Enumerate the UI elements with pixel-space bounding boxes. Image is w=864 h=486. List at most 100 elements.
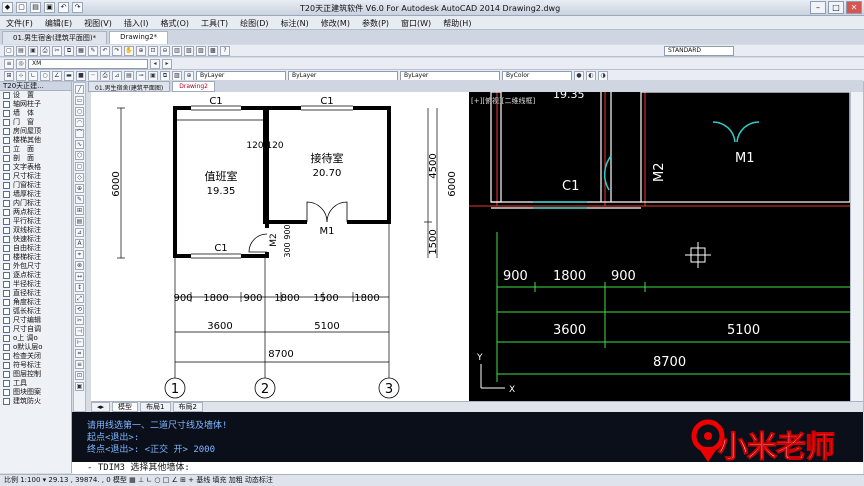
undo-icon[interactable]: ↶ xyxy=(100,45,110,56)
open-file-icon[interactable]: ▤ xyxy=(30,2,41,13)
menu-help[interactable]: 帮助(H) xyxy=(437,16,477,29)
tool-icon[interactable]: ⌖ xyxy=(75,250,84,259)
tab-layout1[interactable]: 布局1 xyxy=(140,402,171,412)
new-icon[interactable]: ▢ xyxy=(4,45,14,56)
tool-icon[interactable]: ≡ xyxy=(75,360,84,369)
menu-modify[interactable]: 修改(M) xyxy=(315,16,356,29)
side-menu-item[interactable]: 房间屋顶 xyxy=(0,127,71,136)
layer-state-icon[interactable]: ◎ xyxy=(16,58,26,69)
render-icon[interactable]: ◑ xyxy=(598,70,608,81)
match-icon[interactable]: ✎ xyxy=(88,45,98,56)
menu-draw[interactable]: 绘图(D) xyxy=(234,16,274,29)
tool-icon[interactable]: ⤢ xyxy=(75,294,84,303)
redo-icon[interactable]: ↷ xyxy=(112,45,122,56)
layer-manager-icon[interactable]: ≡ xyxy=(4,58,14,69)
tool-icon[interactable]: ⊕ xyxy=(75,184,84,193)
side-menu-item[interactable]: 平行标注 xyxy=(0,217,71,226)
side-menu-item[interactable]: 自由标注 xyxy=(0,244,71,253)
menu-edit[interactable]: 编辑(E) xyxy=(39,16,78,29)
bylayer-select-1[interactable]: ByLayer xyxy=(196,70,286,81)
xref-icon[interactable]: ⧉ xyxy=(160,70,170,81)
side-menu-item[interactable]: 直径标注 xyxy=(0,289,71,298)
tool-icon[interactable]: A xyxy=(75,239,84,248)
side-menu-item[interactable]: 楼梯其他 xyxy=(0,136,71,145)
material-icon[interactable]: ◐ xyxy=(586,70,596,81)
side-menu-item[interactable]: 文字表格 xyxy=(0,163,71,172)
tool-icon[interactable]: ✎ xyxy=(75,195,84,204)
help-icon[interactable]: ? xyxy=(220,45,230,56)
side-menu-item[interactable]: 内门标注 xyxy=(0,199,71,208)
lineweight-select[interactable]: ByLayer xyxy=(400,70,500,81)
tool-icon[interactable]: ▤ xyxy=(75,217,84,226)
paste-icon[interactable]: ▦ xyxy=(76,45,86,56)
zoom-icon[interactable]: ⊕ xyxy=(136,45,146,56)
side-menu-item[interactable]: 两点标注 xyxy=(0,208,71,217)
side-menu-item[interactable]: 尺寸编辑 xyxy=(0,316,71,325)
close-button[interactable]: ✕ xyxy=(846,1,862,14)
grid-icon[interactable]: ⊞ xyxy=(4,70,14,81)
side-menu-item[interactable]: 角度标注 xyxy=(0,298,71,307)
tool-icon[interactable]: ⊣ xyxy=(75,327,84,336)
side-menu-item[interactable]: 轴网柱子 xyxy=(0,100,71,109)
app-menu-icon[interactable]: ◆ xyxy=(2,2,13,13)
side-menu-item[interactable]: 外包尺寸 xyxy=(0,262,71,271)
save-icon[interactable]: ▣ xyxy=(28,45,38,56)
ucs-icon[interactable]: ⊿ xyxy=(112,70,122,81)
menu-file[interactable]: 文件(F) xyxy=(0,16,39,29)
doc-tab-drawing2[interactable]: Drawing2* xyxy=(109,31,169,44)
menu-view[interactable]: 视图(V) xyxy=(78,16,118,29)
side-menu-item[interactable]: o默认层o xyxy=(0,343,71,352)
menu-insert[interactable]: 插入(I) xyxy=(118,16,155,29)
properties-icon[interactable]: ▥ xyxy=(172,45,182,56)
tab-layout2[interactable]: 布局2 xyxy=(172,402,203,412)
block-icon[interactable]: ▣ xyxy=(148,70,158,81)
palettes-icon[interactable]: ▨ xyxy=(196,45,206,56)
tool-icon[interactable]: ⟲ xyxy=(75,305,84,314)
side-menu-item[interactable]: 楼梯标注 xyxy=(0,253,71,262)
text-style-select[interactable]: STANDARD xyxy=(664,45,734,56)
plot-icon[interactable]: ⎙ xyxy=(100,70,110,81)
side-menu-item[interactable]: 图层控制 xyxy=(0,370,71,379)
zoom-previous-icon[interactable]: ⊖ xyxy=(160,45,170,56)
linetype-icon[interactable]: ┄ xyxy=(88,70,98,81)
menu-dimension[interactable]: 标注(N) xyxy=(275,16,315,29)
otrack-icon[interactable]: ∠ xyxy=(52,70,62,81)
redo-icon[interactable]: ↷ xyxy=(72,2,83,13)
open-icon[interactable]: ▤ xyxy=(16,45,26,56)
measure-icon[interactable]: ⊸ xyxy=(136,70,146,81)
tool-icon[interactable]: ⊞ xyxy=(75,206,84,215)
side-menu-item[interactable]: 剖 面 xyxy=(0,154,71,163)
color-icon[interactable]: ■ xyxy=(76,70,86,81)
side-menu-item[interactable]: 尺寸标注 xyxy=(0,172,71,181)
layer-match-icon[interactable]: ▸ xyxy=(162,58,172,69)
side-menu-item[interactable]: 双线标注 xyxy=(0,226,71,235)
tool-icon[interactable]: ▢ xyxy=(75,162,84,171)
copy-icon[interactable]: ⧉ xyxy=(64,45,74,56)
side-menu-item[interactable]: 门窗标注 xyxy=(0,181,71,190)
layout-nav-icon[interactable]: ◂▸ xyxy=(91,402,111,412)
doc-tab-dormitory[interactable]: 01.男生宿舍(建筑平面图)* xyxy=(2,31,108,44)
tool-icon[interactable]: ◠ xyxy=(75,118,84,127)
tool-icon[interactable]: ↕ xyxy=(75,283,84,292)
menu-parameters[interactable]: 参数(P) xyxy=(356,16,395,29)
tool-icon[interactable]: ◇ xyxy=(75,173,84,182)
side-menu-item[interactable]: 立 面 xyxy=(0,145,71,154)
linetype-select[interactable]: ByLayer xyxy=(288,70,398,81)
plotstyle-select[interactable]: ByColor xyxy=(502,70,572,81)
minimize-button[interactable]: – xyxy=(810,1,826,14)
side-menu-item[interactable]: o上 调o xyxy=(0,334,71,343)
drawing-tab-drawing2[interactable]: Drawing2 xyxy=(172,81,216,92)
tool-icon[interactable]: ╱ xyxy=(75,85,84,94)
snap-icon[interactable]: ⊹ xyxy=(16,70,26,81)
side-menu-item[interactable]: 弧长标注 xyxy=(0,307,71,316)
tool-icon[interactable]: ⊗ xyxy=(75,261,84,270)
side-menu-item[interactable]: 图块图案 xyxy=(0,388,71,397)
layer-previous-icon[interactable]: ◂ xyxy=(150,58,160,69)
viewport-control-label[interactable]: [+][俯视][二维线框] xyxy=(471,96,536,105)
side-menu-item[interactable]: 符号标注 xyxy=(0,361,71,370)
tool-icon[interactable]: ▣ xyxy=(75,382,84,391)
undo-icon[interactable]: ↶ xyxy=(58,2,69,13)
tool-icon[interactable]: ✂ xyxy=(75,316,84,325)
cut-icon[interactable]: ✂ xyxy=(52,45,62,56)
drawing-tab-dormitory[interactable]: 01.男生宿舍(建筑平面图) xyxy=(88,81,171,92)
